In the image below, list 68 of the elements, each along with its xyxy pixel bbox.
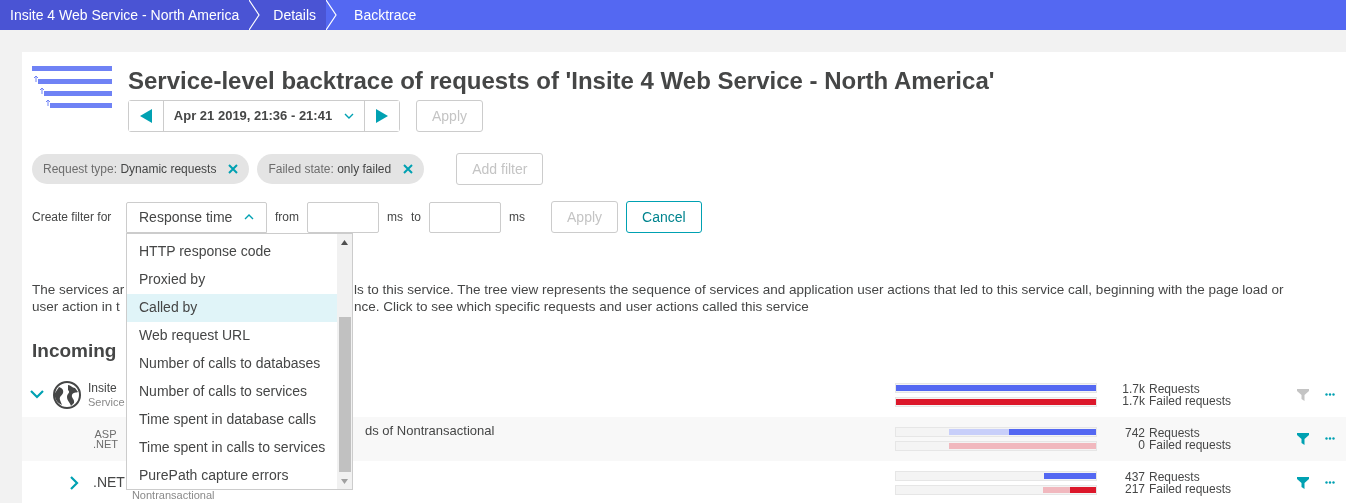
filter-icon <box>1297 432 1309 445</box>
dropdown-option[interactable]: PurePath capture errors <box>127 461 337 490</box>
field-label: from <box>275 209 299 226</box>
failed-count: 1.7k Failed requests <box>1121 394 1233 407</box>
request-count: 742 Requests <box>1123 426 1200 439</box>
description-text: nce. Click to see which specific requests and user actions called this service <box>354 298 809 315</box>
request-count: 1.7k Requests <box>1121 382 1200 395</box>
description-text: ls to this service. The tree view represents the sequence of services and application user actions that led to this service call, beginning with the page load or <box>354 281 1284 298</box>
field-label: Create filter for <box>32 210 112 224</box>
more-icon <box>1325 393 1335 397</box>
scroll-up-icon <box>341 239 348 245</box>
service-type: Nontransactional <box>131 487 215 502</box>
scroll-down-icon <box>341 478 348 484</box>
description-text: The services ar <box>32 282 125 297</box>
filter-button[interactable] <box>1297 432 1309 445</box>
dropdown-option[interactable]: Web request URL <box>127 321 337 350</box>
filter-button[interactable] <box>1297 388 1309 401</box>
filter-label: Request type: Dynamic requests <box>43 161 217 178</box>
section-heading: Incoming <box>32 340 117 363</box>
filter-label: Failed state: only failed <box>268 161 392 178</box>
dropdown-option[interactable]: Number of calls to services <box>127 377 337 406</box>
globe-icon <box>53 380 81 409</box>
from-input-field[interactable] <box>307 201 379 233</box>
dropdown-option[interactable]: Proxied by <box>127 265 337 294</box>
breadcrumb-link[interactable]: Details <box>263 0 327 30</box>
technology-logo: ASP .NET <box>93 428 119 449</box>
more-button[interactable] <box>1325 481 1335 485</box>
unit-label: ms <box>509 209 525 226</box>
chevron-down-icon <box>344 113 355 119</box>
dropdown-option[interactable]: HTTP response code <box>127 237 337 266</box>
breadcrumb-link[interactable]: Insite 4 Web Service - North America <box>0 0 250 30</box>
chevron-right-icon[interactable] <box>70 475 79 490</box>
scrollbar[interactable] <box>337 233 352 489</box>
more-button[interactable] <box>1325 393 1335 397</box>
failed-count: 0 Failed requests <box>1137 438 1233 451</box>
filter-icon <box>1297 388 1309 401</box>
field-label: to <box>411 209 421 226</box>
technology-logo: .NET <box>93 475 125 491</box>
remove-filter-button[interactable] <box>403 164 414 174</box>
more-button[interactable] <box>1325 437 1335 441</box>
filter-button[interactable] <box>1297 476 1309 489</box>
service-name[interactable]: ds of Nontransactional <box>365 423 495 439</box>
dropdown-option[interactable]: Called by <box>127 293 337 322</box>
scrollbar-thumb[interactable] <box>338 316 351 472</box>
dropdown-option[interactable]: Time spent in calls to services <box>127 433 337 462</box>
chevron-down-icon[interactable] <box>30 390 44 400</box>
cancel-button[interactable]: Cancel <box>626 201 702 233</box>
more-icon <box>1325 481 1335 485</box>
close-icon <box>403 164 414 174</box>
chevron-up-icon <box>244 214 254 220</box>
unit-label: ms <box>387 209 403 226</box>
service-name[interactable]: Insite <box>88 380 125 395</box>
filter-icon <box>1297 476 1309 489</box>
filter-type-dropdown[interactable]: Response time <box>126 201 267 233</box>
triangle-left-icon <box>140 109 152 123</box>
failed-count: 217 Failed requests <box>1123 482 1233 495</box>
triangle-right-icon <box>376 109 388 123</box>
remove-filter-button[interactable] <box>228 164 239 174</box>
dropdown-option[interactable]: Time spent in database calls <box>127 405 337 434</box>
close-icon <box>228 164 239 174</box>
timeframe-selector[interactable]: Apr 21 2019, 21:36 - 21:41 <box>163 101 365 131</box>
request-count: 437 Requests <box>1123 470 1200 483</box>
description-text: user action in t <box>32 299 120 314</box>
more-icon <box>1325 437 1335 441</box>
service-type: Service <box>88 394 125 409</box>
to-input-field[interactable] <box>429 201 501 233</box>
page-title: Service-level backtrace of requests of 'Insite 4 Web Service - North America' <box>128 66 995 96</box>
dropdown-option[interactable]: Number of calls to databases <box>127 349 337 378</box>
